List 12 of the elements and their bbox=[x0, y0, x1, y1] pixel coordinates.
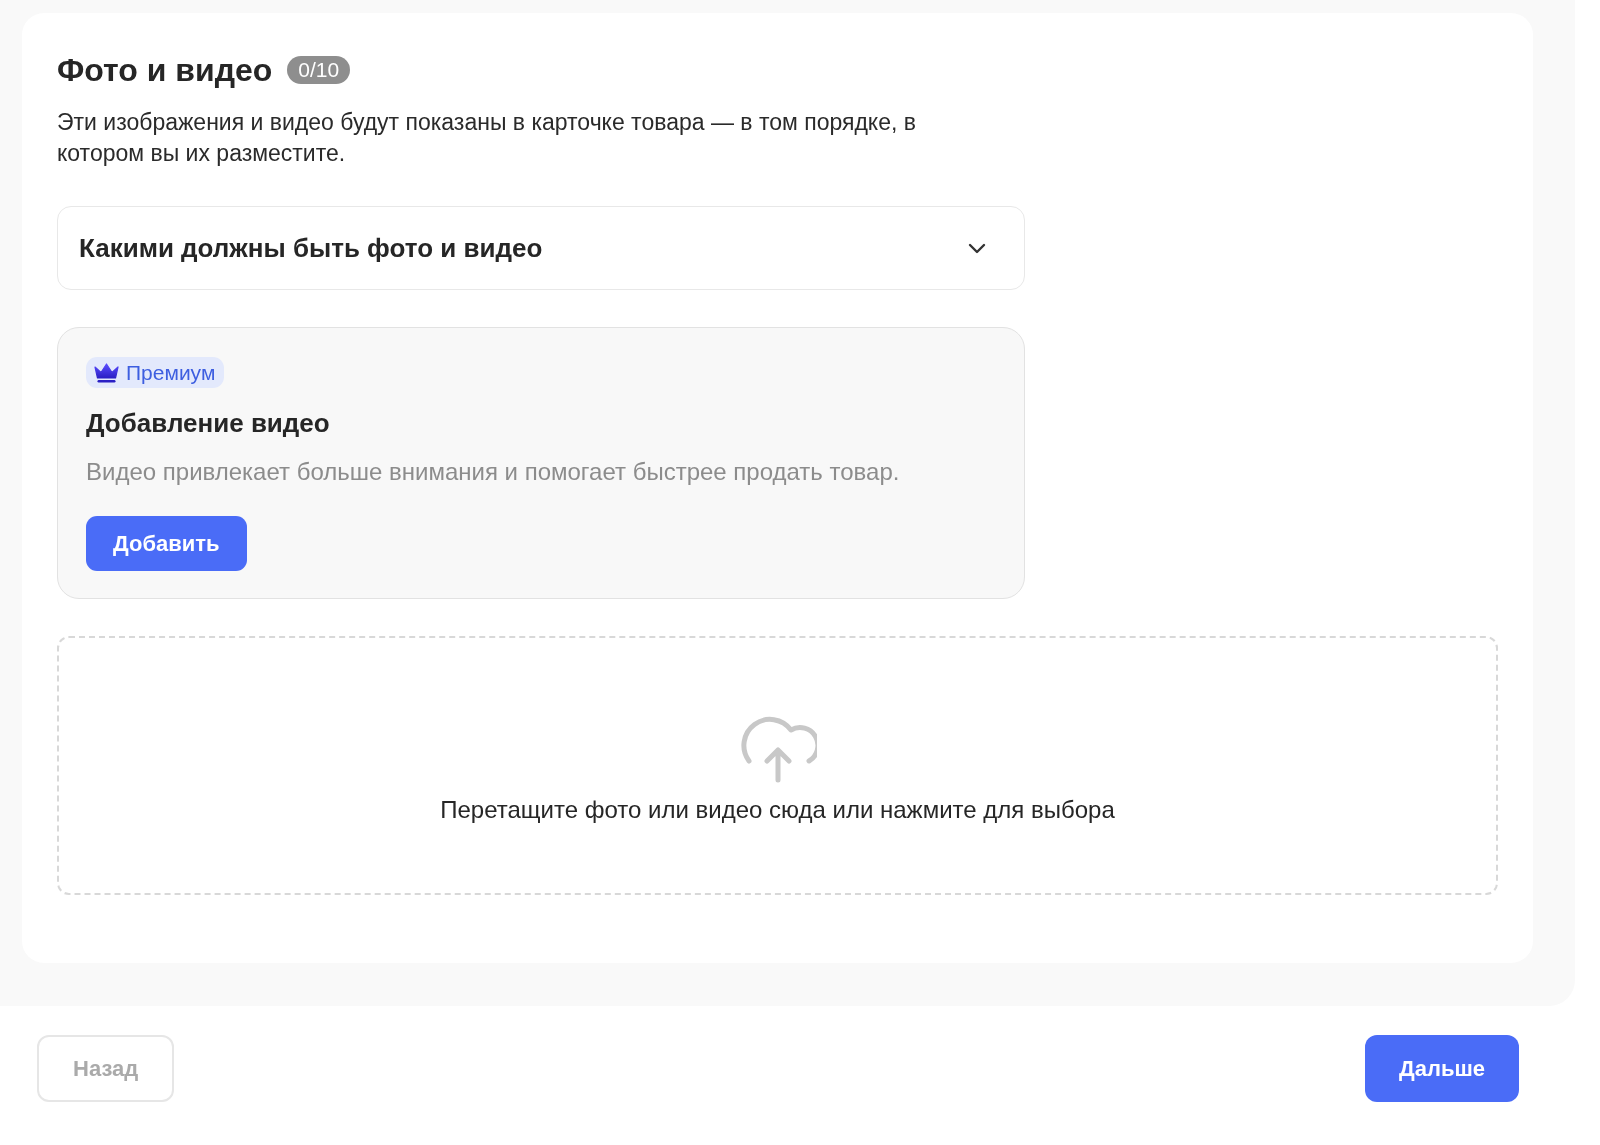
premium-label: Премиум bbox=[126, 360, 216, 386]
next-button[interactable]: Дальше bbox=[1365, 1035, 1519, 1102]
crown-icon bbox=[94, 362, 119, 383]
upload-hint: Перетащите фото или видео сюда или нажмите для выбора bbox=[440, 795, 1115, 825]
upload-dropzone[interactable]: Перетащите фото или видео сюда или нажмите для выбора bbox=[57, 636, 1498, 895]
counter-badge: 0/10 bbox=[287, 56, 351, 84]
accordion-header[interactable]: Какими должны быть фото и видео bbox=[57, 206, 1025, 290]
card-title: Добавление видео bbox=[86, 407, 331, 439]
section-description: Эти изображения и видео будут показаны в карточке товара — в том порядке, в котором вы их разместите. bbox=[57, 108, 917, 168]
section-title: Фото и видео bbox=[57, 51, 273, 90]
add-button[interactable]: Добавить bbox=[86, 516, 247, 571]
card-description: Видео привлекает больше внимания и помогает быстрее продать товар. bbox=[86, 457, 901, 487]
